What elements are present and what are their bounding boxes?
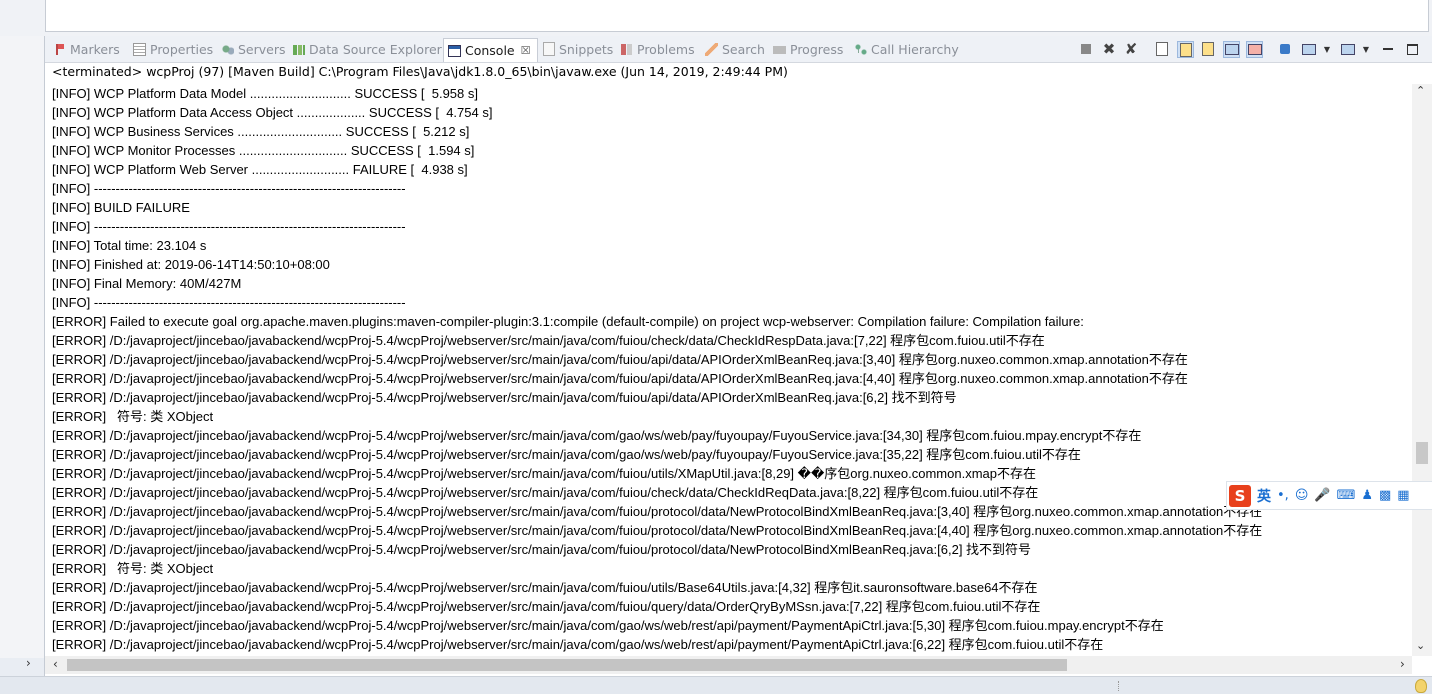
console-line: [ERROR] /D:/javaproject/jincebao/javabac… [52, 580, 1038, 595]
show-on-stderr-icon[interactable] [1246, 41, 1263, 58]
properties-icon [133, 42, 146, 56]
scroll-right-arrow-icon[interactable]: › [26, 656, 31, 670]
display-console-icon[interactable] [1301, 41, 1317, 57]
status-grip [1118, 681, 1121, 691]
console-line: [INFO] Finished at: 2019-06-14T14:50:10+… [52, 257, 330, 272]
clear-console-icon[interactable] [1154, 41, 1170, 57]
ime-toolbar[interactable]: S 英 •, ☺ 🎤 ⌨ ♟ ▩ ▦ [1226, 481, 1432, 510]
remove-all-terminated-icon[interactable]: ✘ [1123, 40, 1139, 58]
console-line: [ERROR] /D:/javaproject/jincebao/javabac… [52, 466, 1036, 481]
console-line: [ERROR] /D:/javaproject/jincebao/javabac… [52, 447, 1081, 462]
console-line: [INFO] WCP Platform Web Server .........… [52, 162, 468, 177]
console-line: [ERROR] /D:/javaproject/jincebao/javabac… [52, 542, 1032, 557]
console-line: [INFO] WCP Monitor Processes ...........… [52, 143, 475, 158]
console-line: [ERROR] /D:/javaproject/jincebao/javabac… [52, 618, 1164, 633]
ime-logo-icon[interactable]: S [1229, 484, 1251, 507]
call-hierarchy-icon [854, 42, 867, 56]
console-line: [INFO] ---------------------------------… [52, 181, 406, 196]
console-line: [ERROR] /D:/javaproject/jincebao/javabac… [52, 504, 1263, 519]
open-console-icon[interactable] [1340, 41, 1356, 57]
ime-punctuation-icon[interactable]: •, [1277, 488, 1289, 503]
lightbulb-icon[interactable] [1415, 679, 1427, 693]
pin-console-icon[interactable] [1277, 41, 1293, 57]
tab-snippets[interactable]: Snippets [543, 39, 613, 59]
progress-icon [773, 42, 786, 56]
console-line: [ERROR] 符号: 类 XObject [52, 409, 214, 424]
tab-search[interactable]: Search [705, 39, 765, 59]
tab-data-source-explorer[interactable]: Data Source Explorer [292, 39, 442, 59]
left-gutter [0, 36, 44, 658]
console-line: [INFO] WCP Business Services ...........… [52, 124, 470, 139]
tab-progress[interactable]: Progress [773, 39, 843, 59]
console-line: [ERROR] Failed to execute goal org.apach… [52, 314, 1084, 329]
close-tab-icon[interactable]: ☒ [521, 44, 531, 57]
tab-console[interactable]: Console ☒ [443, 38, 538, 62]
status-bar [0, 676, 1432, 694]
console-line: [ERROR] /D:/javaproject/jincebao/javabac… [52, 523, 1263, 538]
terminate-icon[interactable] [1078, 41, 1094, 57]
search-icon [705, 42, 718, 56]
tab-properties[interactable]: Properties [133, 39, 213, 59]
console-icon [448, 44, 461, 57]
ime-voice-icon[interactable]: 🎤 [1314, 488, 1330, 503]
tab-call-hierarchy[interactable]: Call Hierarchy [854, 39, 959, 59]
scroll-down-icon[interactable]: ⌄ [1416, 639, 1425, 652]
word-wrap-icon[interactable] [1200, 41, 1216, 57]
console-view: Markers Properties Servers Data Source E… [44, 36, 1432, 676]
servers-icon [221, 42, 234, 56]
ime-skin-icon[interactable]: ▩ [1379, 488, 1391, 503]
console-line: [INFO] ---------------------------------… [52, 219, 406, 234]
ime-user-icon[interactable]: ♟ [1361, 488, 1373, 503]
problems-icon [620, 42, 633, 56]
console-line: [ERROR] /D:/javaproject/jincebao/javabac… [52, 428, 1142, 443]
scroll-up-icon[interactable]: ⌃ [1416, 84, 1425, 97]
horizontal-scroll-thumb[interactable] [67, 659, 1067, 671]
console-line: [INFO] Final Memory: 40M/427M [52, 276, 242, 291]
console-line: [ERROR] 符号: 类 XObject [52, 561, 214, 576]
process-status: <terminated> wcpProj (97) [Maven Build] … [52, 64, 788, 79]
ime-emoji-icon[interactable]: ☺ [1295, 488, 1309, 503]
vertical-scrollbar[interactable]: ⌃ ⌄ [1412, 84, 1432, 656]
vertical-scroll-thumb[interactable] [1416, 442, 1428, 464]
markers-icon [53, 42, 66, 56]
scroll-left-icon[interactable]: ‹ [53, 657, 58, 671]
console-line: [INFO] Total time: 23.104 s [52, 238, 207, 253]
display-console-dropdown-icon[interactable]: ▼ [1319, 41, 1335, 57]
console-line: [INFO] ---------------------------------… [52, 295, 406, 310]
console-output[interactable]: [INFO] WCP Platform Data Model .........… [45, 84, 1411, 656]
horizontal-scrollbar[interactable]: ‹ › [45, 656, 1412, 674]
scroll-lock-icon[interactable] [1177, 41, 1194, 58]
open-console-dropdown-icon[interactable]: ▼ [1358, 41, 1374, 57]
show-on-stdout-icon[interactable] [1223, 41, 1240, 58]
ime-keyboard-icon[interactable]: ⌨ [1337, 488, 1356, 503]
scroll-right-icon[interactable]: › [1400, 657, 1405, 671]
console-line: [ERROR] /D:/javaproject/jincebao/javabac… [52, 599, 1041, 614]
minimize-icon[interactable] [1380, 41, 1396, 57]
editor-area [0, 0, 1432, 36]
ime-mode[interactable]: 英 [1257, 486, 1271, 506]
console-line: [ERROR] /D:/javaproject/jincebao/javabac… [52, 485, 1039, 500]
console-line: [INFO] BUILD FAILURE [52, 200, 190, 215]
view-tab-bar: Markers Properties Servers Data Source E… [45, 36, 1432, 63]
console-line: [ERROR] /D:/javaproject/jincebao/javabac… [52, 352, 1188, 367]
ime-menu-icon[interactable]: ▦ [1397, 488, 1409, 503]
console-line: [ERROR] /D:/javaproject/jincebao/javabac… [52, 637, 1104, 652]
tab-servers[interactable]: Servers [221, 39, 286, 59]
tab-problems[interactable]: Problems [620, 39, 695, 59]
console-line: [ERROR] /D:/javaproject/jincebao/javabac… [52, 333, 1045, 348]
console-line: [INFO] WCP Platform Data Model .........… [52, 86, 478, 101]
data-source-icon [292, 42, 305, 56]
remove-launch-icon[interactable]: ✖ [1101, 40, 1117, 58]
console-line: [INFO] WCP Platform Data Access Object .… [52, 105, 493, 120]
console-line: [ERROR] /D:/javaproject/jincebao/javabac… [52, 390, 957, 405]
editor-panel[interactable] [45, 0, 1429, 32]
maximize-icon[interactable] [1404, 41, 1420, 57]
console-line: [ERROR] /D:/javaproject/jincebao/javabac… [52, 371, 1188, 386]
snippets-icon [543, 42, 555, 56]
tab-markers[interactable]: Markers [53, 39, 120, 59]
